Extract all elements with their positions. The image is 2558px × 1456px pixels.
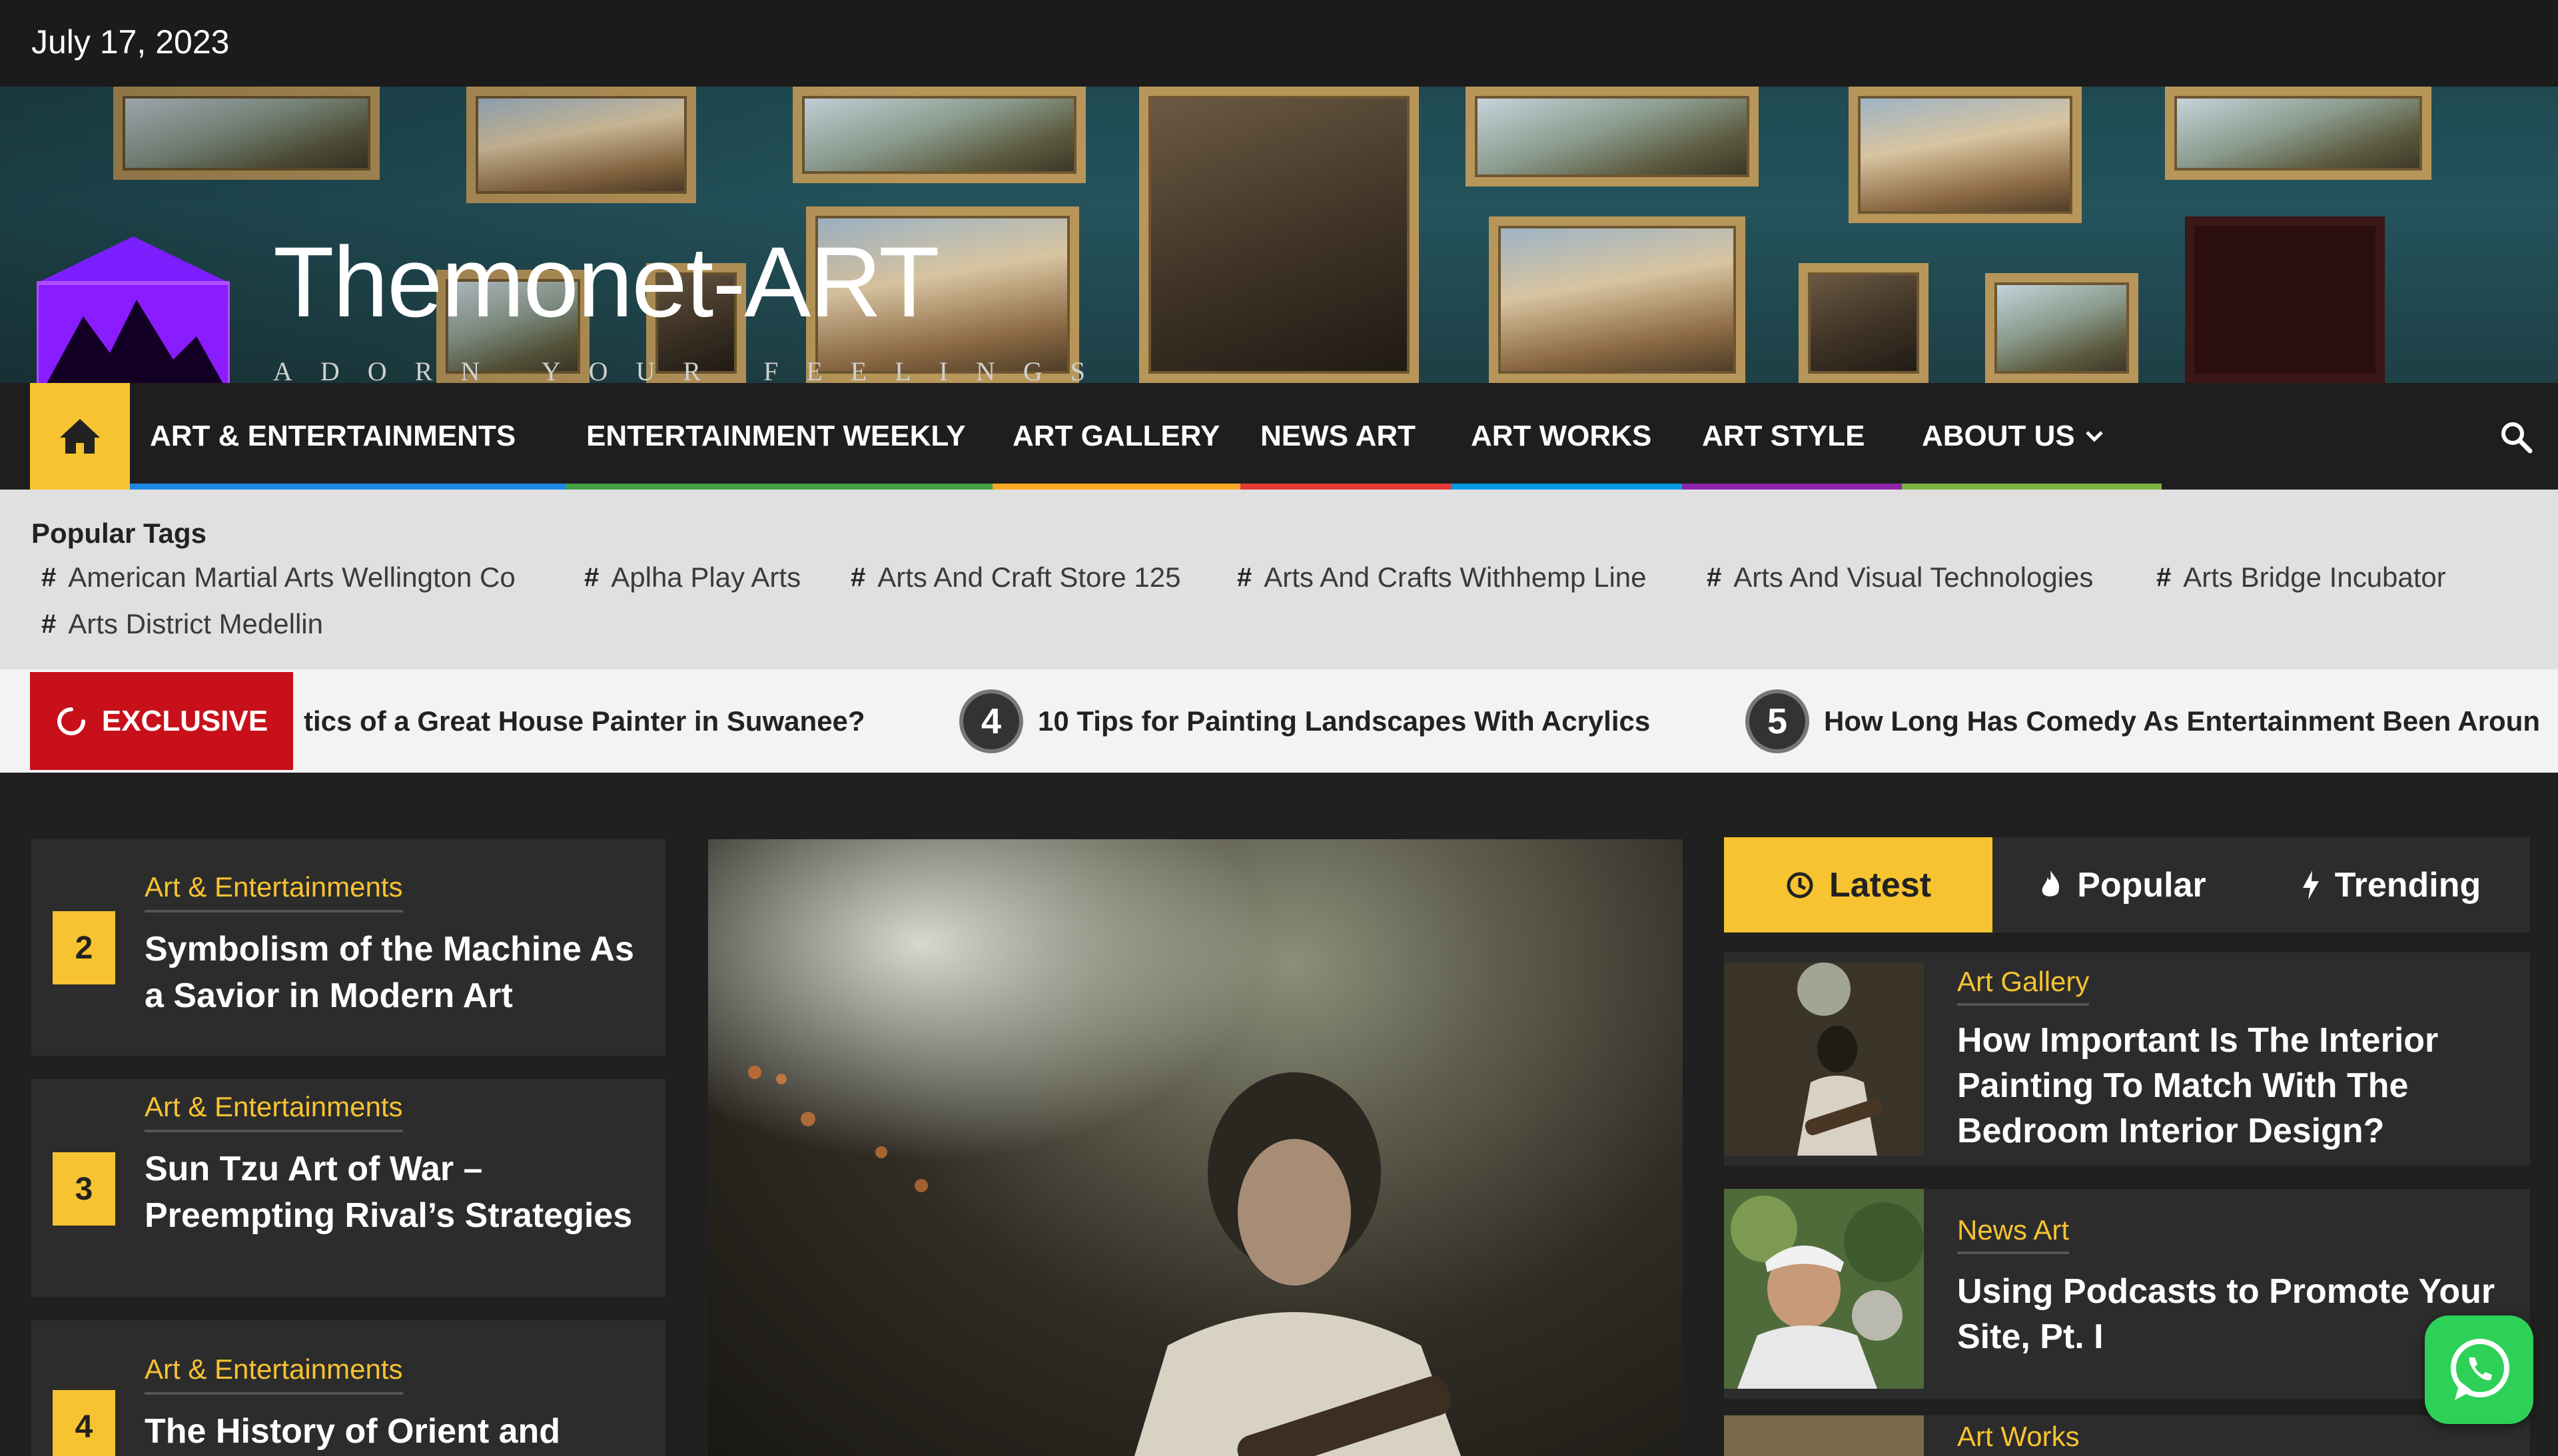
header-banner: Themonet-ART ADORN YOUR FEELINGS — [0, 87, 2558, 383]
painting-frame — [1985, 273, 2138, 383]
hash-icon: # — [2156, 562, 2172, 592]
tag-link[interactable]: # Arts District Medellin — [41, 608, 323, 640]
bolt-icon — [2302, 870, 2319, 900]
spinner-icon — [57, 707, 85, 735]
tab-latest[interactable]: Latest — [1724, 837, 1992, 932]
post-title[interactable]: Symbolism of the Machine As a Savior in … — [145, 926, 651, 1019]
post-thumbnail[interactable] — [1724, 962, 1924, 1156]
painting-frame — [1489, 216, 1745, 383]
home-icon — [60, 419, 100, 454]
post-category[interactable]: Art & Entertainments — [145, 871, 403, 912]
gallery-doorway — [2185, 216, 2385, 383]
tag-link[interactable]: # Arts And Visual Technologies — [1707, 561, 2093, 593]
list-item[interactable]: 4 Art & Entertainments The History of Or… — [31, 1320, 665, 1456]
main-navigation: ART & ENTERTAINMENTS ENTERTAINMENT WEEKL… — [0, 383, 2558, 490]
post-thumbnail[interactable] — [1724, 1415, 1924, 1456]
nav-item-art-style[interactable]: ART STYLE — [1682, 383, 1909, 490]
nav-item-about-us[interactable]: ABOUT US — [1902, 383, 2162, 490]
whatsapp-chat-button[interactable] — [2425, 1315, 2533, 1424]
hash-icon: # — [1237, 562, 1252, 592]
tag-link[interactable]: # Arts And Craft Store 125 — [851, 561, 1180, 593]
list-item[interactable]: News Art Using Podcasts to Promote Your … — [1724, 1189, 2530, 1399]
site-title[interactable]: Themonet-ART — [273, 232, 940, 332]
rank-number: 4 — [53, 1390, 115, 1456]
post-thumbnail[interactable] — [1724, 1189, 1924, 1389]
list-item[interactable]: Art Works — [1724, 1415, 2530, 1456]
nav-item-art-gallery[interactable]: ART GALLERY — [993, 383, 1252, 490]
post-title[interactable]: How Important Is The Interior Painting T… — [1957, 1018, 2517, 1154]
whatsapp-icon — [2450, 1338, 2509, 1400]
popular-tags: Popular Tags # American Martial Arts Well… — [0, 490, 2558, 669]
clock-icon — [1787, 872, 1813, 898]
post-category[interactable]: News Art — [1957, 1214, 2070, 1254]
exclusive-badge: EXCLUSIVE — [30, 672, 293, 770]
search-icon[interactable] — [2499, 420, 2533, 454]
hash-icon: # — [584, 562, 600, 592]
current-date: July 17, 2023 — [31, 23, 230, 61]
tab-popular[interactable]: Popular — [1992, 837, 2252, 932]
tag-link[interactable]: # Arts And Crafts Withhemp Line — [1237, 561, 1647, 593]
guitarist-photo — [708, 839, 1683, 1456]
tag-link[interactable]: # Arts Bridge Incubator — [2156, 561, 2446, 593]
site-tagline: ADORN YOUR FEELINGS — [273, 356, 1113, 383]
hash-icon: # — [41, 562, 57, 592]
list-item[interactable]: 2 Art & Entertainments Symbolism of the … — [31, 839, 665, 1056]
fire-icon — [2042, 870, 2060, 897]
top-bar: July 17, 2023 — [0, 0, 2558, 87]
painting-frame — [1139, 87, 1419, 383]
ticker-item[interactable]: 4 10 Tips for Painting Landscapes With A… — [959, 669, 1650, 773]
nav-item-entertainment-weekly[interactable]: ENTERTAINMENT WEEKLY — [566, 383, 993, 490]
nav-item-news-art[interactable]: NEWS ART — [1240, 383, 1470, 490]
hash-icon: # — [851, 562, 866, 592]
list-item[interactable]: 3 Art & Entertainments Sun Tzu Art of Wa… — [31, 1079, 665, 1297]
painting-frame — [1849, 87, 2082, 223]
rank-number: 3 — [53, 1152, 115, 1226]
ticker-number: 4 — [959, 689, 1023, 753]
painting-frame — [2165, 87, 2431, 180]
painting-frame — [1799, 263, 1928, 383]
tag-link[interactable]: # American Martial Arts Wellington Co — [41, 561, 516, 593]
post-category[interactable]: Art Works — [1957, 1421, 2080, 1456]
post-category[interactable]: Art Gallery — [1957, 966, 2090, 1006]
popular-tags-heading: Popular Tags — [31, 518, 207, 549]
post-category[interactable]: Art & Entertainments — [145, 1091, 403, 1132]
nav-item-art-entertainments[interactable]: ART & ENTERTAINMENTS — [130, 383, 566, 490]
site-logo-icon[interactable] — [37, 236, 230, 383]
post-title[interactable]: Sun Tzu Art of War – Preempting Rival’s … — [145, 1146, 651, 1239]
exclusive-ticker: EXCLUSIVE tics of a Great House Painter … — [0, 669, 2558, 773]
hash-icon: # — [41, 609, 57, 639]
tag-link[interactable]: # Aplha Play Arts — [584, 561, 801, 593]
post-title[interactable]: The History of Orient and — [145, 1408, 651, 1455]
ticker-track: tics of a Great House Painter in Suwanee… — [293, 669, 2558, 773]
home-button[interactable] — [30, 383, 130, 490]
ticker-number: 5 — [1745, 689, 1809, 753]
featured-post-image[interactable] — [708, 839, 1683, 1456]
post-tabs: Latest Popular Trending — [1724, 837, 2530, 932]
chevron-down-icon — [2086, 431, 2103, 442]
painting-frame — [1466, 87, 1759, 186]
list-item[interactable]: Art Gallery How Important Is The Interio… — [1724, 952, 2530, 1166]
ticker-item[interactable]: tics of a Great House Painter in Suwanee… — [304, 669, 865, 773]
tab-trending[interactable]: Trending — [2252, 837, 2530, 932]
nav-item-art-works[interactable]: ART WORKS — [1451, 383, 1684, 490]
rank-number: 2 — [53, 911, 115, 984]
hash-icon: # — [1707, 562, 1722, 592]
post-category[interactable]: Art & Entertainments — [145, 1353, 403, 1395]
ticker-item[interactable]: 5 How Long Has Comedy As Entertainment B… — [1745, 669, 2540, 773]
